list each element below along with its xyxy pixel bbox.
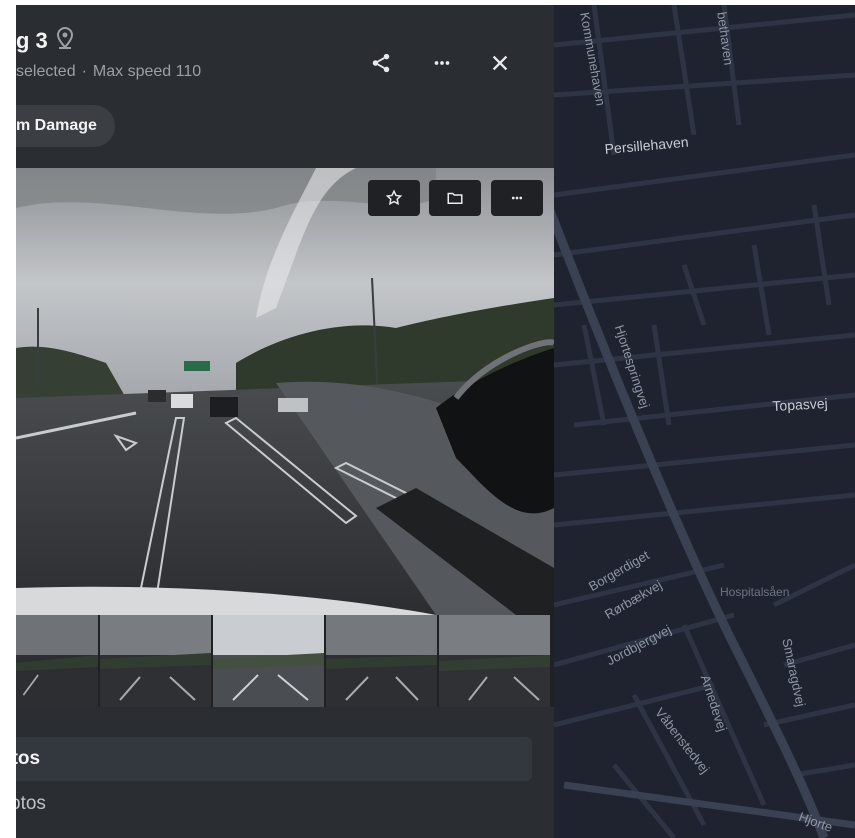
damage-tag-chip[interactable]: m Damage xyxy=(16,105,115,147)
more-icon xyxy=(434,61,450,65)
folder-icon xyxy=(447,192,463,204)
panel-title-text: g 3 xyxy=(16,28,48,53)
more-options-button[interactable] xyxy=(424,45,460,81)
close-icon xyxy=(492,55,508,71)
image-more-button[interactable] xyxy=(491,180,543,216)
map-view[interactable]: Kommunehaven bethaven Persillehaven Hjor… xyxy=(554,5,855,838)
list-item-label: otos xyxy=(16,748,41,769)
map-streets xyxy=(554,5,855,838)
detail-panel: g 3 selected · Max speed 110 m Damage os… xyxy=(16,5,554,838)
share-icon xyxy=(372,53,390,73)
list-item-selected[interactable]: otos xyxy=(16,737,532,781)
thumbnail-4[interactable] xyxy=(326,615,437,707)
street-label-topasvej: Topasvej xyxy=(772,395,829,414)
list-item[interactable]: otos xyxy=(16,793,46,815)
max-speed-text: Max speed 110 xyxy=(92,63,202,80)
more-icon xyxy=(511,196,523,200)
image-viewer[interactable] xyxy=(16,168,554,615)
folder-button[interactable] xyxy=(429,180,481,216)
star-icon xyxy=(385,189,403,206)
subtitle-separator: · xyxy=(81,63,87,80)
road-camera-image xyxy=(16,168,554,615)
thumbnail-5[interactable] xyxy=(439,615,550,707)
close-button[interactable] xyxy=(482,45,518,81)
thumbnail-1[interactable] xyxy=(16,615,98,707)
favorite-button[interactable] xyxy=(368,180,420,216)
location-pin-icon[interactable] xyxy=(56,26,74,55)
thumbnail-2[interactable] xyxy=(100,615,211,707)
street-label-hospitalsaaen: Hospitalsåen xyxy=(720,585,790,599)
share-button[interactable] xyxy=(363,45,399,81)
thumbnail-3[interactable] xyxy=(213,615,324,707)
panel-subtitle: selected · Max speed 110 xyxy=(16,63,201,81)
chip-label: m Damage xyxy=(16,117,97,134)
selected-text: selected xyxy=(16,63,76,80)
list-item-label: otos xyxy=(16,793,46,814)
thumbnail-strip xyxy=(16,615,554,707)
panel-title: g 3 xyxy=(16,26,74,55)
